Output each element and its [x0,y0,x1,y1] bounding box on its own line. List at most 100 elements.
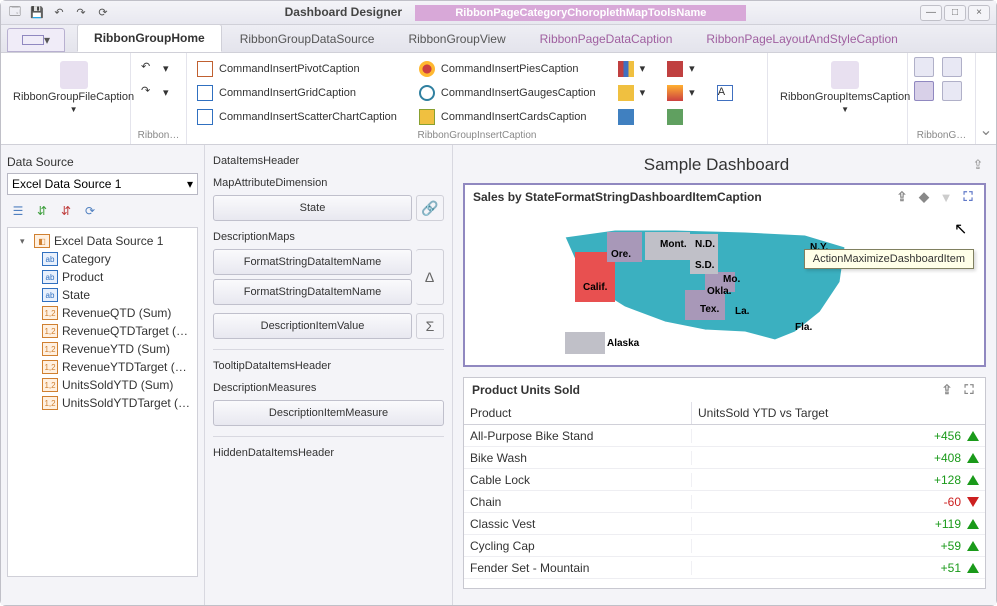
refresh-icon[interactable]: ⟳ [95,5,111,21]
filter-item-icon[interactable]: ▼ [938,189,954,205]
tab-home[interactable]: RibbonGroupHome [77,24,222,52]
tree-field[interactable]: 1,2RevenueYTD (Sum) [12,340,193,358]
items-group-button[interactable]: RibbonGroupItemsCaption▼ [774,57,916,118]
window-title: Dashboard Designer RibbonPageCategoryCho… [111,5,920,21]
group-icon[interactable]: ☰ [7,201,29,221]
undo-icon: ↶ [141,60,157,76]
tree-field[interactable]: 1,2RevenueQTDTarget (… [12,322,193,340]
refresh-fields-icon[interactable]: ⟳ [79,201,101,221]
tree-field[interactable]: 1,2RevenueQTD (Sum) [12,304,193,322]
insert-text[interactable]: A [713,82,737,104]
insert-image[interactable] [663,106,699,128]
save-icon[interactable]: 💾 [29,5,45,21]
maximize-tooltip: ActionMaximizeDashboardItem [804,249,974,269]
file-menu-button[interactable]: ▾ [7,28,65,52]
delete-icon[interactable] [942,57,962,77]
file-group-button[interactable]: RibbonGroupFileCaption▼ [7,57,140,118]
grid-icon [197,85,213,101]
window-controls: — □ × [920,5,990,21]
delta-up-icon [967,453,979,463]
insert-filter-split[interactable]: ▾ [663,58,699,80]
delta-up-icon [967,563,979,573]
export-item-icon[interactable]: ⇪ [894,189,910,205]
tab-view[interactable]: RibbonGroupView [392,26,521,52]
filter-icon [667,61,683,77]
convert-icon[interactable] [914,81,934,101]
table-row[interactable]: Classic Vest+119 [464,513,985,535]
table-row[interactable]: Bike Wash+408 [464,447,985,469]
svg-text:Calif.: Calif. [583,282,608,293]
tree-root[interactable]: ▾◧Excel Data Source 1 [12,232,193,250]
col-product[interactable]: Product [464,402,692,424]
insert-pivot[interactable]: CommandInsertPivotCaption [193,58,401,80]
table-row[interactable]: All-Purpose Bike Stand+456 [464,425,985,447]
svg-text:Mo.: Mo. [723,274,740,285]
insert-chart-split[interactable]: ▾ [614,58,650,80]
chip-state[interactable]: State [213,195,412,221]
tree-field[interactable]: abCategory [12,250,193,268]
map-item[interactable]: Sales by StateFormatStringDashboardItemC… [463,183,986,367]
layers-icon[interactable]: ◆ [916,189,932,205]
app-icon: 🗔 [7,5,23,21]
field-type-icon: ab [42,252,58,266]
table-row[interactable]: Cycling Cap+59 [464,535,985,557]
insert-scatter[interactable]: CommandInsertScatterChartCaption [193,106,401,128]
ribbon-group-history-label: Ribbon… [137,128,180,142]
maximize-icon[interactable]: ⛶ [960,189,976,205]
chip-item-value[interactable]: DescriptionItemValue [213,313,412,339]
maximize-grid-icon[interactable]: ⛶ [961,382,977,398]
tab-page-data[interactable]: RibbonPageDataCaption [524,26,689,52]
insert-cards[interactable]: CommandInsertCardsCaption [415,106,600,128]
insert-gauges[interactable]: CommandInsertGaugesCaption [415,82,600,104]
tree-field[interactable]: 1,2RevenueYTDTarget (… [12,358,193,376]
remove-icon[interactable] [942,81,962,101]
undo-icon[interactable]: ↶ [51,5,67,21]
sum-icon-2[interactable]: Σ [416,313,444,339]
field-tree[interactable]: ▾◧Excel Data Source 1 abCategoryabProduc… [7,227,198,577]
tab-datasource[interactable]: RibbonGroupDataSource [224,26,391,52]
grid-body[interactable]: All-Purpose Bike Stand+456Bike Wash+408C… [464,425,985,588]
tree-field[interactable]: abProduct [12,268,193,286]
redo-icon: ↷ [141,84,157,100]
collapse-ribbon-button[interactable]: ⌄ [976,53,996,144]
chip-item-measure[interactable]: DescriptionItemMeasure [213,400,444,426]
sort-asc-icon[interactable]: ⇵ [31,201,53,221]
chip-fmt3[interactable]: FormatStringDataItemName [213,279,412,305]
export-grid-icon[interactable]: ⇪ [939,382,955,398]
export-dashboard-icon[interactable]: ⇪ [970,157,986,173]
maximize-button[interactable]: □ [944,5,966,21]
table-row[interactable]: Chain-60 [464,491,985,513]
tree-field[interactable]: 1,2UnitsSoldYTDTarget (… [12,394,193,412]
insert-pies[interactable]: CommandInsertPiesCaption [415,58,600,80]
minimize-button[interactable]: — [920,5,942,21]
duplicate-icon[interactable] [914,57,934,77]
sort-desc-icon[interactable]: ⇵ [55,201,77,221]
map-caption: Sales by StateFormatStringDashboardItemC… [473,190,762,204]
description-measures-label: DescriptionMeasures [213,382,444,394]
map-viewport[interactable]: Mont. N.D. N.Y. Ore. S.D. Calif. Mo. Okl… [465,209,984,365]
table-row[interactable]: Cable Lock+128 [464,469,985,491]
close-button[interactable]: × [968,5,990,21]
chip-fmt1[interactable]: FormatStringDataItemName [213,249,412,275]
insert-treemap[interactable] [614,106,650,128]
datasource-combo[interactable]: Excel Data Source 1▾ [7,173,198,195]
field-type-icon: 1,2 [42,360,58,374]
insert-map-split[interactable]: ▾ [614,82,650,104]
link-icon[interactable]: 🔗 [416,195,444,221]
undo-split-button[interactable]: ↶▾ [137,57,173,79]
image-icon [667,109,683,125]
delta-up-icon [967,519,979,529]
tree-field[interactable]: abState [12,286,193,304]
insert-grid[interactable]: CommandInsertGridCaption [193,82,401,104]
treemap-icon [618,109,634,125]
svg-text:La.: La. [735,306,750,317]
insert-range-split[interactable]: ▾ [663,82,699,104]
col-target[interactable]: UnitsSold YTD vs Target [692,402,985,424]
redo-split-button[interactable]: ↷▾ [137,81,173,103]
table-row[interactable]: Fender Set - Mountain+51 [464,557,985,579]
tooltip-data-items-header: TooltipDataItemsHeader [213,360,444,372]
tree-field[interactable]: 1,2UnitsSoldYTD (Sum) [12,376,193,394]
redo-icon[interactable]: ↷ [73,5,89,21]
tab-page-layout[interactable]: RibbonPageLayoutAndStyleCaption [690,26,913,52]
grid-item[interactable]: Product Units Sold ⇪ ⛶ Product UnitsSold… [463,377,986,589]
